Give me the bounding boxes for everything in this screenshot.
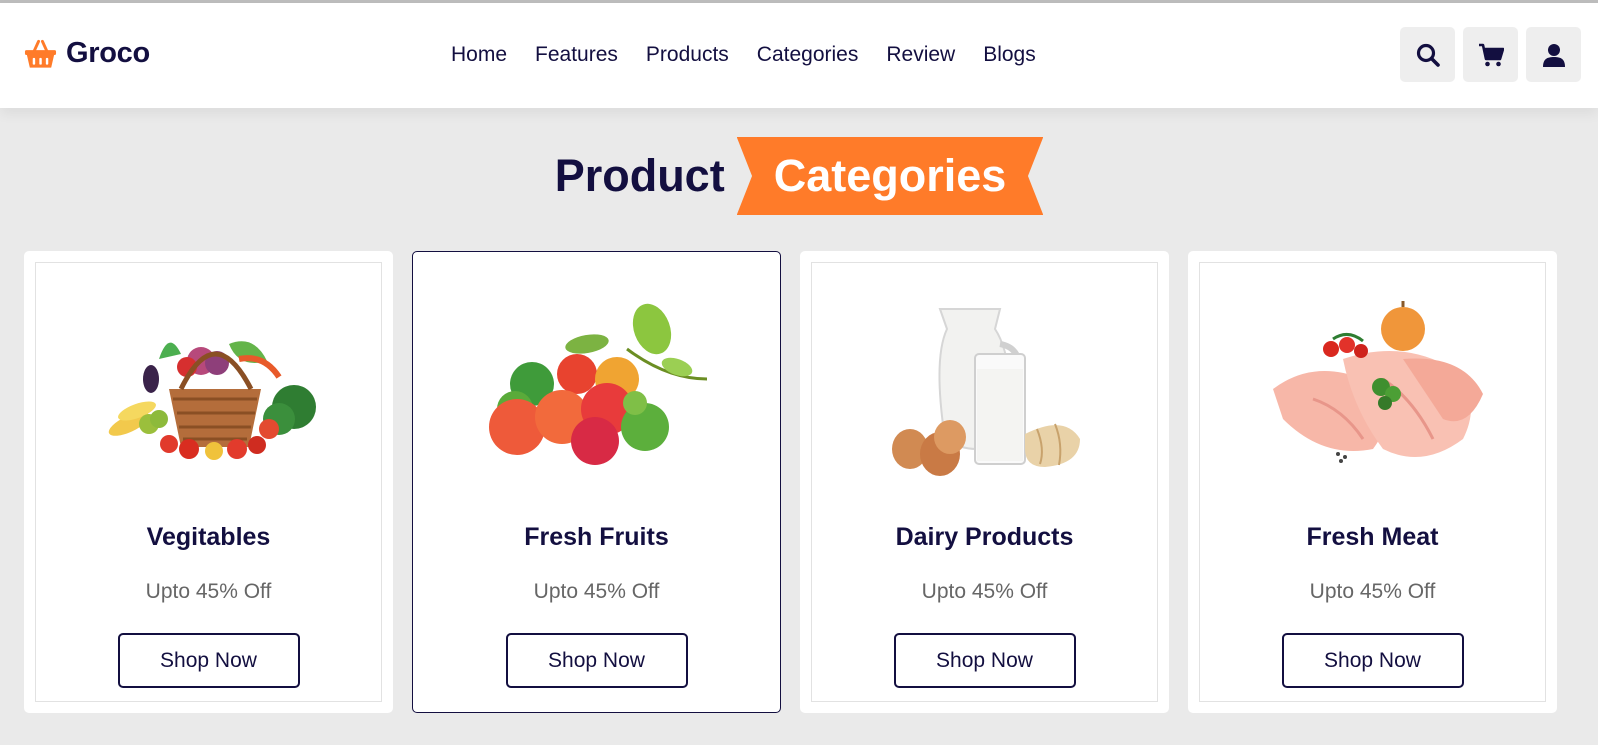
user-icon: [1542, 43, 1565, 67]
nav-blogs[interactable]: Blogs: [983, 43, 1036, 67]
nav-home[interactable]: Home: [451, 43, 507, 67]
chicken-meat-image: [1253, 299, 1493, 479]
nav-review[interactable]: Review: [886, 43, 955, 67]
shop-now-button[interactable]: Shop Now: [117, 633, 300, 688]
logo[interactable]: Groco: [24, 37, 150, 70]
category-card-vegitables: Vegitables Upto 45% Off Shop Now: [24, 251, 393, 713]
nav-features[interactable]: Features: [535, 43, 618, 67]
nav-categories[interactable]: Categories: [757, 43, 859, 67]
card-title: Vegitables: [146, 523, 271, 551]
section-heading: Product Categories: [0, 137, 1598, 215]
card-inner: Fresh Meat Upto 45% Off Shop Now: [1199, 262, 1546, 702]
shop-now-button[interactable]: Shop Now: [1281, 633, 1464, 688]
cart-button[interactable]: [1463, 27, 1518, 82]
card-discount: Upto 45% Off: [1309, 580, 1436, 603]
card-inner: Vegitables Upto 45% Off Shop Now: [35, 262, 382, 702]
vegetable-basket-image: [89, 299, 329, 479]
fresh-fruits-image: [477, 299, 717, 479]
card-title: Dairy Products: [895, 523, 1074, 551]
card-inner: Dairy Products Upto 45% Off Shop Now: [811, 262, 1158, 702]
site-header: Groco Home Features Products Categories …: [0, 3, 1598, 108]
card-title: Fresh Meat: [1306, 523, 1439, 551]
search-icon: [1416, 43, 1440, 67]
category-card-dairy-products: Dairy Products Upto 45% Off Shop Now: [800, 251, 1169, 713]
main-nav: Home Features Products Categories Review…: [451, 43, 1064, 67]
card-discount: Upto 45% Off: [145, 580, 272, 603]
search-button[interactable]: [1400, 27, 1455, 82]
category-cards: Vegitables Upto 45% Off Shop Now Fresh F…: [24, 251, 1557, 713]
card-discount: Upto 45% Off: [533, 580, 660, 603]
category-card-fresh-meat: Fresh Meat Upto 45% Off Shop Now: [1188, 251, 1557, 713]
card-title: Fresh Fruits: [524, 523, 669, 551]
category-card-fresh-fruits: Fresh Fruits Upto 45% Off Shop Now: [412, 251, 781, 713]
card-discount: Upto 45% Off: [921, 580, 1048, 603]
basket-icon: [24, 39, 57, 68]
nav-products[interactable]: Products: [646, 43, 729, 67]
user-button[interactable]: [1526, 27, 1581, 82]
cart-icon: [1478, 43, 1504, 66]
shop-now-button[interactable]: Shop Now: [893, 633, 1076, 688]
logo-text: Groco: [66, 37, 150, 69]
header-icons: [1400, 27, 1581, 82]
heading-product: Product: [554, 150, 725, 201]
milk-eggs-bread-image: [865, 299, 1105, 479]
shop-now-button[interactable]: Shop Now: [505, 633, 688, 688]
heading-categories-badge: Categories: [736, 137, 1044, 215]
card-inner: Fresh Fruits Upto 45% Off Shop Now: [423, 262, 770, 702]
